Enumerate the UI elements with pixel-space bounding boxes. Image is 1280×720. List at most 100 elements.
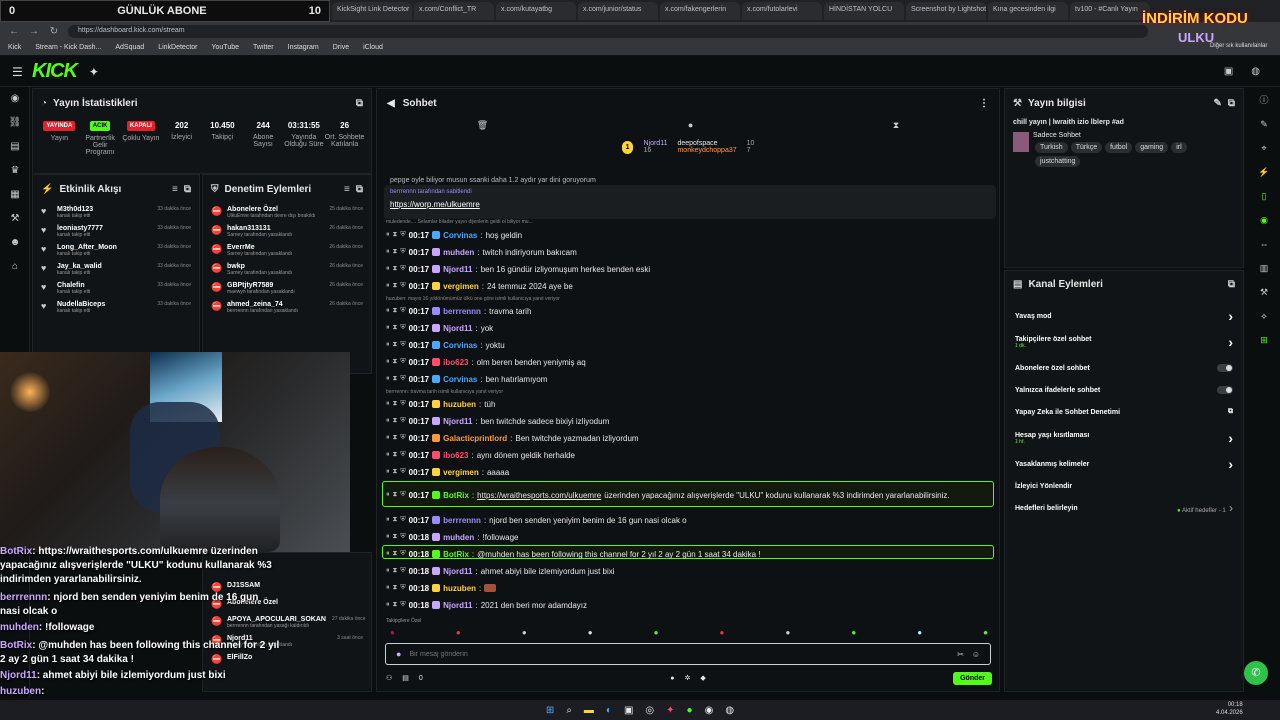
timeout-icon[interactable]: ⧗ <box>393 516 398 524</box>
message-user[interactable]: vergimen <box>443 468 479 477</box>
pin-icon[interactable]: ⏸ <box>386 282 390 290</box>
shield-icon[interactable]: ⛨ <box>400 400 405 408</box>
pencil-icon[interactable]: ✎ <box>1248 112 1280 136</box>
folder-icon[interactable]: ▬ <box>584 705 594 716</box>
shield-icon[interactable]: ⛨ <box>400 375 405 383</box>
menu-icon[interactable]: ☰ <box>12 65 23 79</box>
tag-chip[interactable]: justchatting <box>1035 156 1081 167</box>
edit-icon[interactable]: ✎ <box>1213 98 1221 109</box>
item-name[interactable]: ahmed_zeina_74 <box>227 301 323 308</box>
box-icon[interactable]: ▥ <box>1248 256 1280 280</box>
trophy-icon[interactable]: ♛ <box>0 159 30 183</box>
address-bar[interactable]: https://dashboard.kick.com/stream <box>68 24 1148 38</box>
bookmark-item[interactable]: Instagram <box>288 44 319 51</box>
steam-icon[interactable]: ◎ <box>645 705 654 716</box>
chat-input[interactable] <box>409 650 950 658</box>
shield-icon[interactable]: ⛨ <box>400 417 405 425</box>
pin-icon[interactable]: ⏸ <box>386 324 390 332</box>
live-icon[interactable]: ◉ <box>0 87 30 111</box>
shield-icon[interactable]: ⛨ <box>400 516 405 524</box>
channel-action-row[interactable]: Abonelere özel sohbet <box>1005 357 1243 379</box>
timeout-icon[interactable]: ⧗ <box>393 533 398 541</box>
toggle-switch[interactable] <box>1217 386 1233 394</box>
timeout-icon[interactable]: ⧗ <box>393 468 398 476</box>
timeout-icon[interactable]: ⧗ <box>393 417 398 425</box>
wrench-icon[interactable]: ⚒ <box>0 207 30 231</box>
item-name[interactable]: DJ1SSAM <box>227 582 357 589</box>
pin-icon[interactable]: ⏸ <box>386 434 390 442</box>
tag-chip[interactable]: Turkish <box>1035 142 1068 153</box>
bookmark-item[interactable]: Stream - Kick Dash... <box>35 44 101 51</box>
channel-action-row[interactable]: Hedefleri belirleyin ● Aktif hedefler - 1… <box>1005 497 1243 519</box>
obs-icon[interactable]: ◉ <box>705 705 714 716</box>
share-icon[interactable]: ⟡ <box>1248 304 1280 328</box>
edge-icon[interactable]: ◐ <box>606 705 612 716</box>
timeout-icon[interactable]: ⧗ <box>393 491 398 499</box>
pinned-message[interactable]: berrrennn tarafından sabitlendi https://… <box>384 185 996 219</box>
bookmark-item[interactable]: YouTube <box>211 44 239 51</box>
timeout-icon[interactable]: ⧗ <box>393 601 398 609</box>
target-icon[interactable]: ⌖ <box>1248 136 1280 160</box>
shield-icon[interactable]: ⛨ <box>400 324 405 332</box>
emote-icon[interactable]: ● <box>654 628 659 637</box>
bookmark-item[interactable]: iCloud <box>363 44 383 51</box>
timeout-icon[interactable]: ⧗ <box>393 341 398 349</box>
channel-action-row[interactable]: Takipçilere özel sohbet 1 dk. › <box>1005 327 1243 357</box>
external-link-icon[interactable]: ⧉ <box>1228 408 1233 416</box>
bookmark-item[interactable]: Twitter <box>253 44 274 51</box>
pinned-link[interactable]: https://worp.me/ulkuemre <box>390 200 990 209</box>
message-user[interactable]: huzuben <box>443 400 476 409</box>
item-name[interactable]: Jay_ka_walid <box>57 263 151 270</box>
grid-icon[interactable]: ▦ <box>0 183 30 207</box>
browser-tab[interactable]: HİNDİSTAN YOLCU <box>824 2 904 20</box>
chevron-right-icon[interactable]: › <box>1228 430 1233 446</box>
link-icon[interactable]: ⚇ <box>386 674 392 682</box>
chrome-icon[interactable]: ◍ <box>725 705 734 716</box>
message-user[interactable]: berrrennn <box>443 516 481 525</box>
tools-icon[interactable]: ⚒ <box>1248 280 1280 304</box>
channel-action-row[interactable]: Yasaklanmış kelimeler › <box>1005 453 1243 475</box>
message-user[interactable]: Galacticprintlord <box>443 434 507 443</box>
emote-icon[interactable]: ● <box>588 628 593 637</box>
timeout-icon[interactable]: ⧗ <box>393 584 398 592</box>
message-user[interactable]: Corvinas <box>443 341 477 350</box>
pin-icon[interactable]: ⏸ <box>386 341 390 349</box>
browser-tab[interactable]: x.com/kutayatbg <box>496 2 576 20</box>
timeout-icon[interactable]: ⧗ <box>393 231 398 239</box>
timeout-icon[interactable]: ⧗ <box>393 550 398 558</box>
windows-start-icon[interactable]: ⊞ <box>546 705 554 716</box>
shield-icon[interactable]: ⛨ <box>400 550 405 558</box>
pin-icon[interactable]: ⏸ <box>386 231 390 239</box>
popout-icon[interactable]: ⧉ <box>1228 279 1235 290</box>
filter-icon[interactable]: ≡ <box>172 184 178 195</box>
channel-action-row[interactable]: İzleyici Yönlendir <box>1005 475 1243 497</box>
shield-icon[interactable]: ⛨ <box>400 584 405 592</box>
profile-icon[interactable]: ◍ <box>1251 66 1260 77</box>
browser-tab[interactable]: tv100 - #Canlı Yayın <box>1070 2 1150 20</box>
message-user[interactable]: ibo623 <box>443 358 468 367</box>
message-user[interactable]: BotRix <box>443 550 469 559</box>
timeout-icon[interactable]: ⧗ <box>393 434 398 442</box>
tag-chip[interactable]: futbol <box>1105 142 1133 153</box>
pin-icon[interactable]: ⏸ <box>386 451 390 459</box>
item-name[interactable]: Long_After_Moon <box>57 244 151 251</box>
bookmark-item[interactable]: Drive <box>333 44 349 51</box>
pin-icon[interactable]: ⏸ <box>386 400 390 408</box>
chevron-right-icon[interactable]: › <box>1226 501 1233 515</box>
message-user[interactable]: muhden <box>443 533 474 542</box>
filter-icon[interactable]: ≡ <box>344 184 350 195</box>
browser-tab[interactable]: x.com/futolarlevi <box>742 2 822 20</box>
emote-icon[interactable]: ● <box>851 628 856 637</box>
link-icon[interactable]: ⛓ <box>0 111 30 135</box>
message-user[interactable]: Njord11 <box>443 265 472 274</box>
timeout-icon[interactable]: ⧗ <box>393 567 398 575</box>
item-name[interactable]: GBPtjtyR7589 <box>227 282 323 289</box>
message-user[interactable]: Njord11 <box>443 324 472 333</box>
pin-icon[interactable]: ⏸ <box>386 468 390 476</box>
chevron-right-icon[interactable]: › <box>1228 308 1233 324</box>
support-chat-button[interactable]: ✆ <box>1244 661 1268 685</box>
item-name[interactable]: EverrMe <box>227 244 323 251</box>
timeout-icon[interactable]: ⧗ <box>393 358 398 366</box>
message-user[interactable]: ibo623 <box>443 451 468 460</box>
add-icon[interactable]: ⊞ <box>1248 328 1280 352</box>
